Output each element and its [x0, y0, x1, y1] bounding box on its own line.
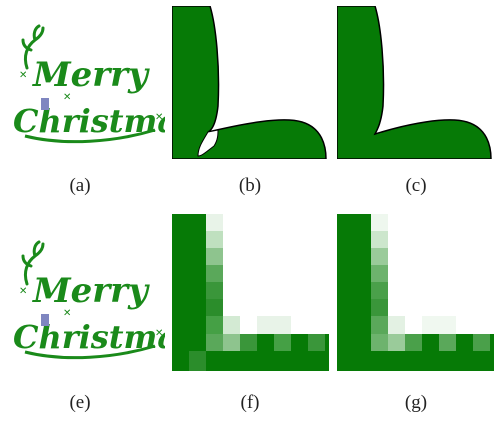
panel-g-pixels: [337, 214, 494, 371]
svg-text:Merry: Merry: [32, 271, 150, 311]
panel-e-logo: Merry Christmas ✕ ✕ ✕: [5, 236, 165, 366]
caption-f: (f): [240, 392, 260, 413]
zoom-shape-c: [337, 6, 492, 159]
panel-a-logo: Merry Christmas ✕ ✕ ✕: [5, 20, 165, 150]
zoom-shape-b: [172, 6, 327, 159]
svg-text:✕: ✕: [155, 112, 163, 123]
caption-g: (g): [404, 392, 428, 413]
panel-c-zoom: [337, 6, 494, 159]
svg-text:✕: ✕: [63, 92, 71, 103]
svg-text:✕: ✕: [63, 308, 71, 319]
svg-text:✕: ✕: [19, 70, 27, 81]
svg-text:✕: ✕: [155, 328, 163, 339]
caption-c: (c): [405, 175, 427, 196]
caption-a: (a): [69, 175, 91, 196]
svg-text:Merry: Merry: [32, 55, 150, 95]
caption-e: (e): [69, 392, 91, 413]
panel-b-zoom: [172, 6, 329, 159]
pixel-grid-f: [172, 214, 329, 371]
caption-b: (b): [238, 175, 262, 196]
pixel-grid-g: [337, 214, 494, 371]
logo-merry-christmas-raster: Merry Christmas ✕ ✕ ✕: [13, 240, 165, 360]
panel-f-pixels: [172, 214, 329, 371]
svg-text:✕: ✕: [19, 286, 27, 297]
logo-merry-christmas-vector: Merry Christmas ✕ ✕ ✕: [13, 24, 165, 144]
